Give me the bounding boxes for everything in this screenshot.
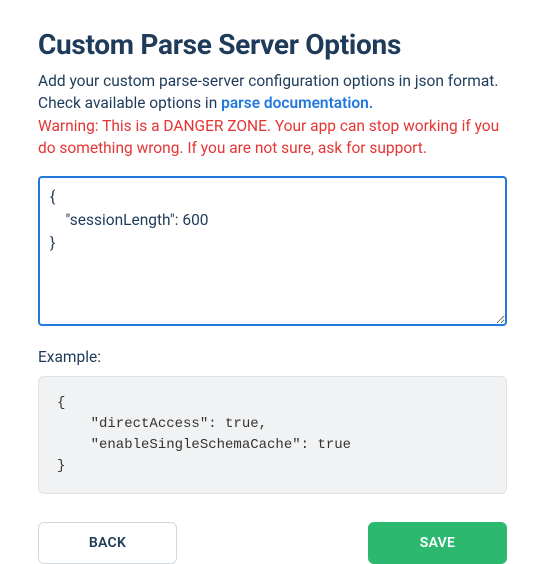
button-row: BACK SAVE <box>38 522 507 564</box>
config-json-input[interactable] <box>38 176 507 326</box>
parse-documentation-link[interactable]: parse documentation. <box>221 94 373 112</box>
example-code-block: { "directAccess": true, "enableSingleSch… <box>38 376 507 494</box>
back-button[interactable]: BACK <box>38 522 177 564</box>
page-title: Custom Parse Server Options <box>38 28 507 61</box>
warning-text: Warning: This is a DANGER ZONE. Your app… <box>38 116 507 159</box>
save-button[interactable]: SAVE <box>368 522 507 564</box>
example-label: Example: <box>38 348 507 366</box>
description-text: Add your custom parse-server configurati… <box>38 71 507 114</box>
